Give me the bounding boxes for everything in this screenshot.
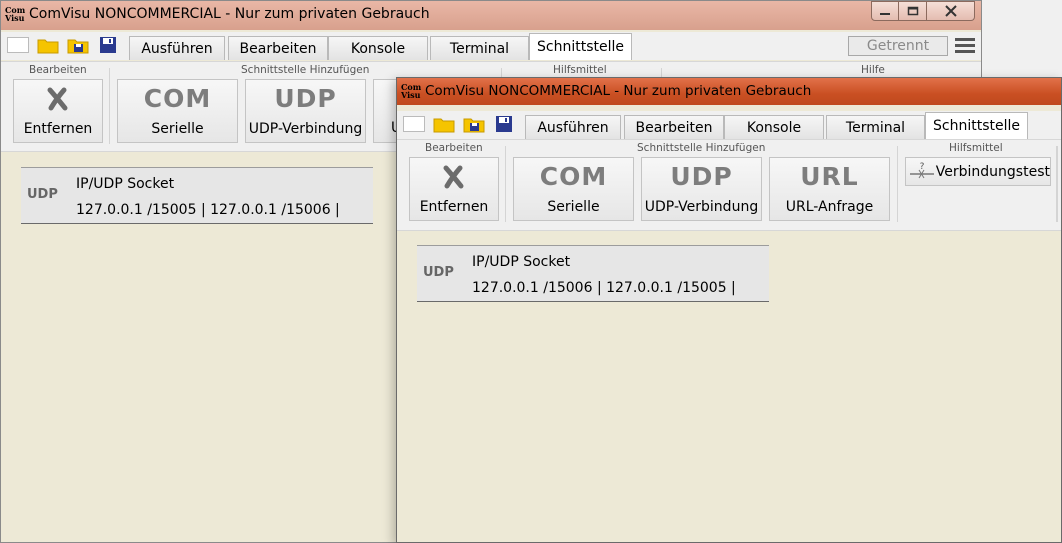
app-icon: Com Visu (401, 83, 421, 101)
socket-type-badge: UDP (27, 187, 58, 202)
tab-schnittstelle[interactable]: Schnittstelle (925, 112, 1028, 139)
save-to-folder-button[interactable] (67, 35, 89, 55)
close-icon (944, 5, 957, 17)
socket-address: 127.0.0.1 /15005 | 127.0.0.1 /15006 | (76, 202, 340, 218)
connection-test-button[interactable]: ? Verbindungstest (905, 157, 1051, 186)
add-udp-button-label: UDP-Verbindung (644, 199, 759, 215)
tab-ausfuehren[interactable]: Ausführen (525, 115, 621, 139)
tab-konsole[interactable]: Konsole (724, 115, 824, 139)
group-divider (897, 146, 898, 222)
url-glyph: URL (800, 162, 859, 191)
group-label-schnittstelle: Schnittstelle Hinzufügen (637, 142, 766, 154)
com-glyph: COM (539, 162, 608, 191)
group-label-hilfe: Hilfe (861, 64, 885, 76)
tab-terminal[interactable]: Terminal (430, 36, 529, 60)
toolbar-row: Ausführen Bearbeiten Konsole Terminal Sc… (1, 32, 981, 60)
app-icon-text: Com Visu (5, 5, 26, 23)
blank-page-icon (403, 116, 425, 132)
group-label-bearbeiten: Bearbeiten (425, 142, 483, 154)
folder-icon (433, 118, 455, 133)
connection-test-label: Verbindungstest (935, 163, 1050, 180)
socket-type-badge: UDP (423, 265, 454, 280)
caption-buttons (871, 1, 975, 21)
toolbar-row: Ausführen Bearbeiten Konsole Terminal Sc… (397, 111, 1061, 139)
add-com-button[interactable]: COM Serielle (117, 79, 238, 143)
socket-name: IP/UDP Socket (76, 176, 175, 192)
app-icon: Com Visu (5, 6, 25, 24)
hamburger-menu-icon[interactable] (955, 38, 975, 54)
window-foreground: Com Visu ComVisu NONCOMMERCIAL - Nur zum… (396, 77, 1062, 543)
group-label-bearbeiten: Bearbeiten (29, 64, 87, 76)
tab-terminal[interactable]: Terminal (826, 115, 925, 139)
udp-glyph: UDP (670, 162, 733, 191)
socket-address: 127.0.0.1 /15006 | 127.0.0.1 /15005 | (472, 280, 736, 296)
save-to-folder-button[interactable] (463, 114, 485, 134)
minimize-button[interactable] (871, 1, 899, 21)
add-com-button-label: Serielle (547, 199, 600, 215)
add-udp-button[interactable]: UDP UDP-Verbindung (641, 157, 762, 221)
group-label-hilfsmittel: Hilfsmittel (949, 142, 1003, 154)
remove-button[interactable]: Entfernen (13, 79, 103, 143)
com-glyph: COM (143, 84, 212, 113)
new-button[interactable] (7, 35, 29, 55)
save-button[interactable] (97, 35, 119, 55)
add-url-button-label: URL-Anfrage (785, 199, 874, 215)
tab-bearbeiten[interactable]: Bearbeiten (228, 36, 328, 60)
floppy-save-icon (100, 37, 116, 53)
maximize-icon (907, 6, 918, 16)
group-divider (505, 146, 506, 222)
app-icon-text: Com Visu (401, 82, 422, 100)
tab-bearbeiten[interactable]: Bearbeiten (624, 115, 724, 139)
floppy-save-icon (496, 116, 512, 132)
remove-x-icon (47, 87, 68, 111)
remove-x-icon (443, 165, 464, 189)
add-udp-button[interactable]: UDP UDP-Verbindung (245, 79, 366, 143)
remove-button-label: Entfernen (23, 121, 93, 137)
add-com-button[interactable]: COM Serielle (513, 157, 634, 221)
connection-test-icon: ? (910, 162, 934, 178)
socket-name: IP/UDP Socket (472, 254, 571, 270)
minimize-icon (880, 13, 890, 15)
folder-icon (37, 39, 59, 54)
group-divider (109, 68, 110, 144)
folder-save-icon (67, 39, 89, 54)
blank-page-icon (7, 37, 29, 53)
add-url-button[interactable]: URL URL-Anfrage (769, 157, 890, 221)
ribbon: Bearbeiten Schnittstelle Hinzufügen Hilf… (397, 139, 1061, 231)
udp-glyph: UDP (274, 84, 337, 113)
save-button[interactable] (493, 114, 515, 134)
new-button[interactable] (403, 114, 425, 134)
add-udp-button-label: UDP-Verbindung (248, 121, 363, 137)
close-button[interactable] (927, 1, 975, 21)
tab-ausfuehren[interactable]: Ausführen (129, 36, 225, 60)
add-com-button-label: Serielle (151, 121, 204, 137)
tab-konsole[interactable]: Konsole (328, 36, 428, 60)
socket-entry[interactable]: UDP IP/UDP Socket 127.0.0.1 /15006 | 127… (417, 245, 769, 302)
folder-save-icon (463, 118, 485, 133)
window-title: ComVisu NONCOMMERCIAL - Nur zum privaten… (425, 83, 812, 99)
group-divider (1057, 146, 1058, 222)
socket-entry[interactable]: UDP IP/UDP Socket 127.0.0.1 /15005 | 127… (21, 167, 373, 224)
remove-button[interactable]: Entfernen (409, 157, 499, 221)
connection-status-button[interactable]: Getrennt (848, 36, 948, 56)
maximize-button[interactable] (899, 1, 927, 21)
open-button[interactable] (433, 114, 455, 134)
window-title: ComVisu NONCOMMERCIAL - Nur zum privaten… (29, 6, 430, 22)
open-button[interactable] (37, 35, 59, 55)
remove-button-label: Entfernen (419, 199, 489, 215)
group-label-schnittstelle: Schnittstelle Hinzufügen (241, 64, 370, 76)
title-bar[interactable]: Com Visu ComVisu NONCOMMERCIAL - Nur zum… (397, 78, 1061, 105)
group-divider (1056, 146, 1057, 222)
group-label-hilfsmittel: Hilfsmittel (553, 64, 607, 76)
title-bar[interactable]: Com Visu ComVisu NONCOMMERCIAL - Nur zum… (1, 1, 981, 30)
tab-schnittstelle[interactable]: Schnittstelle (529, 33, 632, 60)
